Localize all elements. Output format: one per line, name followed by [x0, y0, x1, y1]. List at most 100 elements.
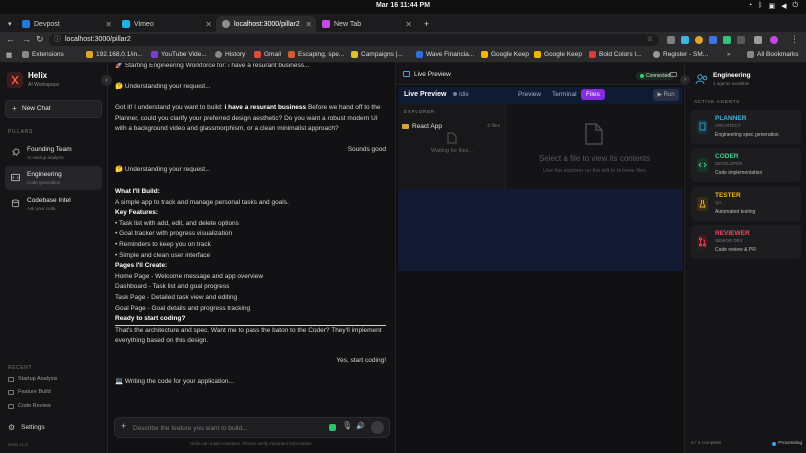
doc-icon: [86, 51, 93, 58]
bookmark-label: Wave Financia...: [426, 51, 475, 58]
colors-icon: [589, 51, 596, 58]
extension-icon[interactable]: [709, 36, 717, 44]
message-input[interactable]: [133, 421, 323, 435]
bookmark-label: 192.168.0.1/in...: [96, 51, 143, 58]
bookmark-label: All Bookmarks: [757, 51, 799, 58]
recent-item[interactable]: Code Review: [8, 403, 51, 409]
progress-count: 0 / 4 complete: [691, 441, 722, 446]
settings-button[interactable]: ⚙ Settings: [8, 423, 45, 432]
bookmark-item[interactable]: History: [215, 51, 245, 58]
status-label: Idle: [459, 92, 469, 98]
chat-bubble-icon: [8, 389, 14, 395]
idle-dot-icon: [453, 92, 457, 96]
address-bar[interactable]: ⓘ localhost:3000/pillar2 ☆: [49, 34, 659, 46]
vimeo-favicon-icon: [122, 20, 130, 28]
sidebar-item-codebase-intel[interactable]: Codebase Intel Ask your code: [5, 192, 102, 216]
recent-item[interactable]: Feature Build: [8, 389, 51, 395]
bookmark-star-icon[interactable]: ☆: [647, 34, 653, 46]
history-icon: [215, 51, 222, 58]
expand-icon[interactable]: [670, 72, 677, 77]
forward-icon[interactable]: →: [22, 34, 31, 44]
chat-bubble-icon: [8, 376, 14, 382]
puzzle-icon: [22, 51, 29, 58]
send-button[interactable]: [371, 421, 384, 434]
profile-avatar-icon[interactable]: [770, 36, 778, 44]
document-icon: [584, 122, 604, 146]
bookmark-item[interactable]: Extensions: [22, 51, 64, 58]
status-dot-icon[interactable]: [329, 424, 336, 431]
pillar-title: Codebase Intel: [27, 197, 71, 204]
close-icon[interactable]: ✕: [305, 20, 312, 29]
tab-devpost[interactable]: Devpost ✕: [16, 16, 116, 32]
pillar-subtitle: AI startup analysis: [27, 155, 64, 160]
tab-preview[interactable]: Preview: [518, 91, 541, 98]
bluetooth-icon[interactable]: ᛒ: [758, 2, 762, 10]
reload-icon[interactable]: ↻: [36, 34, 44, 45]
close-icon[interactable]: ✕: [405, 20, 412, 29]
agent-card-coder[interactable]: CODER DEVELOPER Code implementation: [691, 148, 801, 182]
agent-card-tester[interactable]: TESTER QA Automated testing: [691, 187, 801, 221]
bookmark-item[interactable]: YouTube Vide...: [151, 51, 207, 58]
tab-label: Devpost: [34, 20, 60, 28]
new-chat-button[interactable]: + New Chat: [5, 100, 102, 118]
system-tray: ◔ ᛒ ▣ ◀ ⏻: [748, 2, 798, 10]
tab-list-button[interactable]: ▾: [2, 16, 14, 32]
agents-title: Engineering: [713, 72, 751, 79]
agent-description: Code implementation: [715, 170, 763, 176]
bookmark-item[interactable]: 192.168.0.1/in...: [86, 51, 143, 58]
folder-icon: [402, 124, 409, 129]
recent-item[interactable]: Startup Analysis: [8, 376, 57, 382]
sidebar-item-engineering[interactable]: Engineering Code generation: [5, 166, 102, 190]
folder-react-app[interactable]: React App 0 files: [402, 123, 502, 130]
attach-plus-icon[interactable]: +: [121, 421, 126, 431]
extension-icon[interactable]: [681, 36, 689, 44]
run-button[interactable]: ▶ Run: [653, 89, 679, 101]
back-icon[interactable]: ←: [6, 34, 15, 44]
database-icon: [11, 199, 20, 208]
volume-icon[interactable]: ◀: [781, 2, 786, 10]
bookmark-item[interactable]: Escaping, spe...: [288, 51, 344, 58]
wifi-icon[interactable]: ◔: [748, 2, 752, 10]
menu-kebab-icon[interactable]: ⋮: [790, 34, 799, 45]
collapse-agents-button[interactable]: ›: [680, 75, 690, 85]
bookmark-item[interactable]: Bold Colors I...: [589, 51, 642, 58]
split-view-icon[interactable]: [754, 36, 762, 44]
bookmark-item[interactable]: Register - SM...: [653, 51, 708, 58]
extensions-puzzle-icon[interactable]: [737, 36, 745, 44]
extension-icon[interactable]: [667, 36, 675, 44]
tab-localhost[interactable]: localhost:3000/pillar2 ✕: [216, 16, 316, 32]
bookmark-label: History: [225, 51, 246, 58]
speaker-icon[interactable]: 🔊: [356, 422, 365, 430]
assistant-message: 🤔 Understanding your request...: [115, 83, 211, 90]
power-icon[interactable]: ⏻: [792, 2, 798, 10]
page-item: Home Page - Welcome message and app over…: [115, 272, 264, 280]
all-bookmarks[interactable]: All Bookmarks: [747, 51, 799, 58]
bookmarks-overflow-icon[interactable]: »: [727, 51, 731, 58]
bookmark-item[interactable]: Wave Financia...: [416, 51, 474, 58]
bookmark-item[interactable]: Google Keep: [481, 51, 529, 58]
site-info-icon[interactable]: ⓘ: [54, 34, 61, 46]
collapse-sidebar-button[interactable]: ‹: [101, 75, 112, 86]
bookmark-item[interactable]: Google Keep: [534, 51, 582, 58]
new-tab-button[interactable]: +: [418, 16, 430, 32]
extension-icon[interactable]: [723, 36, 731, 44]
apps-grid-icon[interactable]: ▦: [6, 51, 12, 59]
microphone-icon[interactable]: 🎙: [342, 421, 352, 430]
bookmark-item[interactable]: Gmail: [254, 51, 281, 58]
lock-icon[interactable]: ▣: [768, 2, 775, 10]
close-icon[interactable]: ✕: [105, 20, 112, 29]
close-icon[interactable]: ✕: [205, 20, 212, 29]
tab-label: localhost:3000/pillar2: [234, 20, 300, 28]
site-icon: [288, 51, 295, 58]
bookmark-item[interactable]: Campaigns |...: [351, 51, 403, 58]
extension-icon[interactable]: [695, 36, 703, 44]
tab-vimeo[interactable]: Vimeo ✕: [116, 16, 216, 32]
sidebar-item-founding-team[interactable]: Founding Team AI startup analysis: [5, 141, 102, 165]
tab-new-tab[interactable]: New Tab ✕: [316, 16, 416, 32]
agents-panel: › Engineering 4 agents available ACTIVE …: [680, 63, 806, 453]
tab-files[interactable]: Files: [581, 89, 605, 100]
agent-card-planner[interactable]: PLANNER ARCHITECT Engineering spec gener…: [691, 110, 801, 144]
tab-terminal[interactable]: Terminal: [552, 91, 577, 98]
agent-card-reviewer[interactable]: REVIEWER SENIOR DEV Code review & PR: [691, 225, 801, 259]
preview-lower-area: [398, 271, 683, 453]
